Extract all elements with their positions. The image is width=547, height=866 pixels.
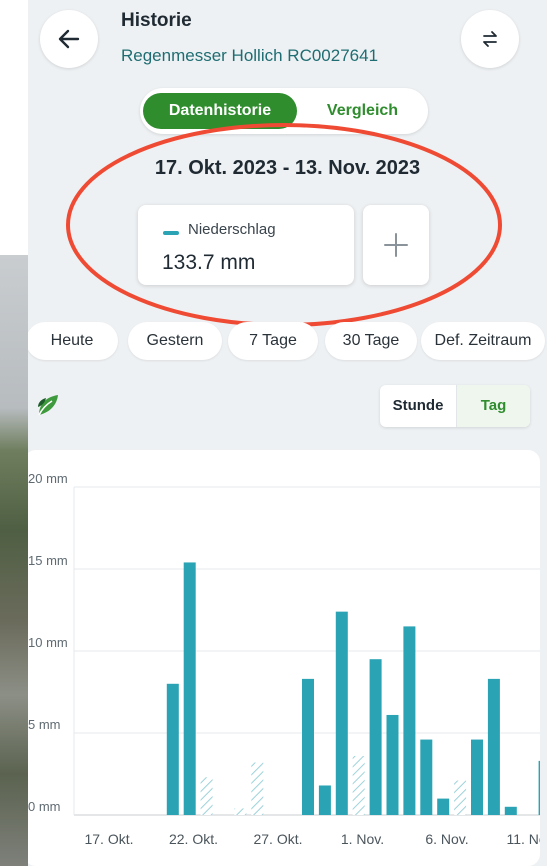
y-tick-label: 10 mm — [28, 635, 68, 650]
y-tick-label: 20 mm — [28, 471, 68, 486]
tab-vergleich[interactable]: Vergleich — [300, 93, 425, 129]
toggle-stunde[interactable]: Stunde — [380, 385, 457, 427]
bar — [487, 678, 500, 815]
series-legend-dash — [163, 231, 179, 235]
y-tick-label: 0 mm — [28, 799, 61, 814]
leaf-logo-icon — [38, 395, 58, 416]
chip-gestern[interactable]: Gestern — [128, 322, 222, 360]
background-photo-field — [0, 255, 28, 866]
page-title: Historie — [121, 10, 192, 31]
swap-arrows-icon — [483, 31, 497, 47]
toggle-tag[interactable]: Tag — [457, 385, 530, 427]
bar — [538, 760, 540, 815]
bar-incomplete — [454, 780, 467, 815]
x-tick-label: 1. Nov. — [341, 831, 384, 847]
chip-def-zeitraum[interactable]: Def. Zeitraum — [421, 322, 545, 360]
bar — [504, 806, 517, 815]
date-range-label: 17. Okt. 2023 - 13. Nov. 2023 — [154, 157, 421, 179]
x-tick-label: 27. Okt. — [253, 831, 302, 847]
precipitation-bar-chart: 0 mm 5 mm 10 mm 15 mm 20 mm 17. Okt. 22. Okt. 2… — [28, 471, 540, 847]
chip-heute[interactable]: Heute — [28, 322, 118, 360]
bar — [166, 683, 179, 815]
bar — [369, 659, 382, 815]
view-segmented-control: Datenhistorie Vergleich — [140, 88, 428, 134]
resolution-toggle: Stunde Tag — [380, 385, 530, 427]
back-button[interactable] — [40, 10, 98, 68]
bar — [420, 739, 433, 815]
x-tick-label: 6. Nov. — [425, 831, 468, 847]
bar — [471, 739, 483, 815]
add-series-button[interactable] — [363, 205, 429, 285]
device-name: Regenmesser Hollich RC0027641 — [121, 46, 379, 65]
y-tick-label: 5 mm — [28, 717, 61, 732]
app-screen: Historie Regenmesser Hollich RC0027641 D… — [28, 0, 547, 866]
bar — [183, 562, 196, 815]
series-name: Niederschlag — [188, 221, 276, 238]
bar — [318, 785, 331, 815]
plus-icon — [384, 233, 408, 257]
bar — [437, 798, 450, 815]
bar — [335, 611, 348, 815]
x-tick-label: 17. Okt. — [84, 831, 133, 847]
chart-card: 0 mm 5 mm 10 mm 15 mm 20 mm 17. Okt. 22. Okt. 2… — [28, 450, 540, 866]
tab-datenhistorie[interactable]: Datenhistorie — [143, 93, 297, 129]
series-card-niederschlag[interactable]: Niederschlag 133.7 mm — [138, 205, 354, 285]
swap-button[interactable] — [461, 10, 519, 68]
chip-30-tage[interactable]: 30 Tage — [325, 322, 417, 360]
bar-incomplete — [251, 762, 264, 815]
bar — [403, 626, 416, 815]
x-tick-label: 11. Nov. — [506, 831, 540, 847]
bar — [386, 714, 399, 815]
chip-7-tage[interactable]: 7 Tage — [228, 322, 318, 360]
y-tick-label: 15 mm — [28, 553, 68, 568]
x-tick-label: 22. Okt. — [169, 831, 218, 847]
bar — [302, 678, 314, 815]
arrow-left-icon — [58, 29, 80, 49]
series-total: 133.7 mm — [162, 251, 256, 274]
bar-incomplete — [200, 777, 213, 815]
bar-incomplete — [352, 755, 365, 815]
bar-incomplete — [234, 808, 247, 815]
